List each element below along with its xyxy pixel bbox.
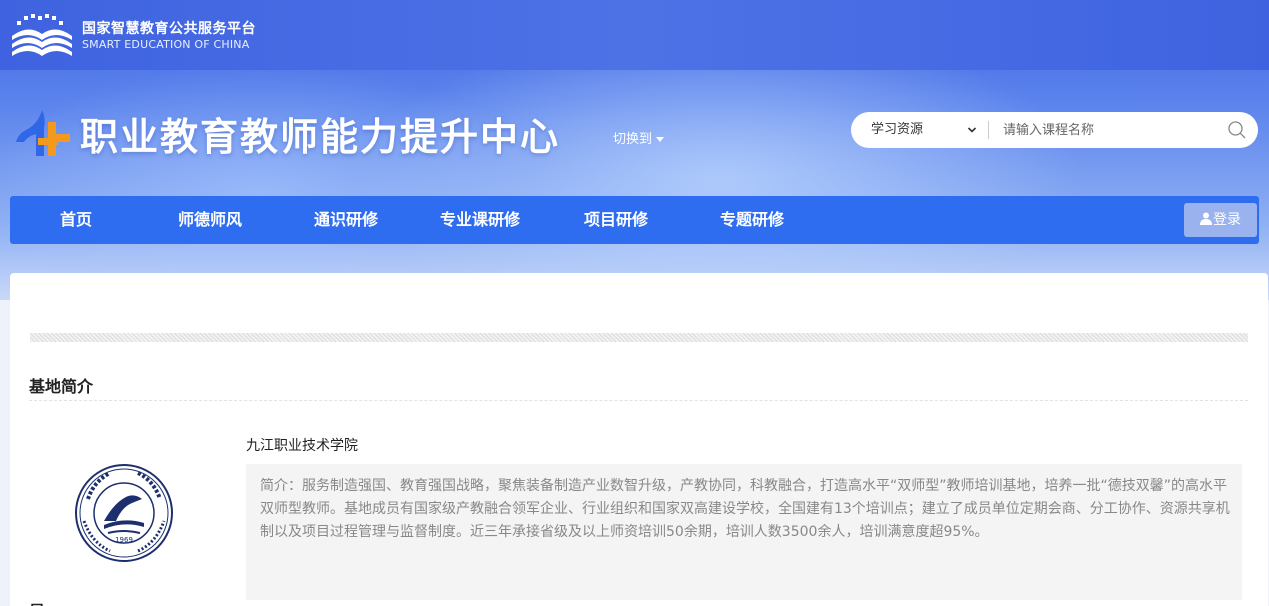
content-panel: 基地简介 1969 九江职业技术学院 简介：服务制造强国、教育强国战略，聚焦装备… — [10, 273, 1268, 606]
intro-box: 简介：服务制造强国、教育强国战略，聚焦装备制造产业数智升级，产教协同，科教融合，… — [246, 464, 1242, 600]
login-label: 登录 — [1213, 212, 1241, 228]
section-divider — [29, 400, 1248, 401]
login-button[interactable]: 登录 — [1184, 203, 1257, 237]
nav-item-professional[interactable]: 专业课研修 — [440, 196, 520, 244]
intro-text: 简介：服务制造强国、教育强国战略，聚焦装备制造产业数智升级，产教协同，科教融合，… — [260, 478, 1230, 540]
section-title: 基地简介 — [29, 377, 94, 396]
platform-name: 国家智慧教育公共服务平台 — [82, 21, 256, 37]
search-icon[interactable] — [1227, 120, 1247, 140]
platform-topbar: 国家智慧教育公共服务平台 SMART EDUCATION OF CHINA — [0, 0, 1269, 70]
nav-item-ethics[interactable]: 师德师风 — [178, 196, 242, 244]
caret-down-icon — [656, 137, 665, 142]
search-divider — [988, 121, 989, 139]
user-icon — [1200, 212, 1212, 225]
center-logo-icon[interactable] — [14, 108, 72, 158]
school-badge-icon: 1969 — [75, 464, 173, 562]
nav-item-topic[interactable]: 专题研修 — [720, 196, 784, 244]
search-category-label: 学习资源 — [871, 122, 924, 137]
nav-item-project[interactable]: 项目研修 — [584, 196, 648, 244]
platform-name-en: SMART EDUCATION OF CHINA — [82, 38, 250, 51]
school-name: 九江职业技术学院 — [246, 438, 358, 454]
main-nav: 首页 师德师风 通识研修 专业课研修 项目研修 专题研修 登录 — [10, 196, 1259, 244]
platform-logo-icon[interactable] — [10, 14, 74, 58]
search-category-select[interactable]: 学习资源 — [871, 112, 985, 148]
next-section-title: 是 — [29, 598, 45, 606]
search-input[interactable] — [1003, 118, 1213, 142]
switch-label: 切换到 — [613, 132, 653, 147]
divider-stripe — [30, 333, 1248, 342]
nav-item-general[interactable]: 通识研修 — [314, 196, 378, 244]
chevron-down-icon — [967, 127, 977, 133]
center-title: 职业教育教师能力提升中心 — [80, 115, 561, 159]
search-bar: 学习资源 — [851, 112, 1258, 148]
switch-dropdown[interactable]: 切换到 — [613, 128, 665, 147]
nav-item-home[interactable]: 首页 — [60, 196, 92, 244]
badge-year: 1969 — [115, 536, 133, 544]
